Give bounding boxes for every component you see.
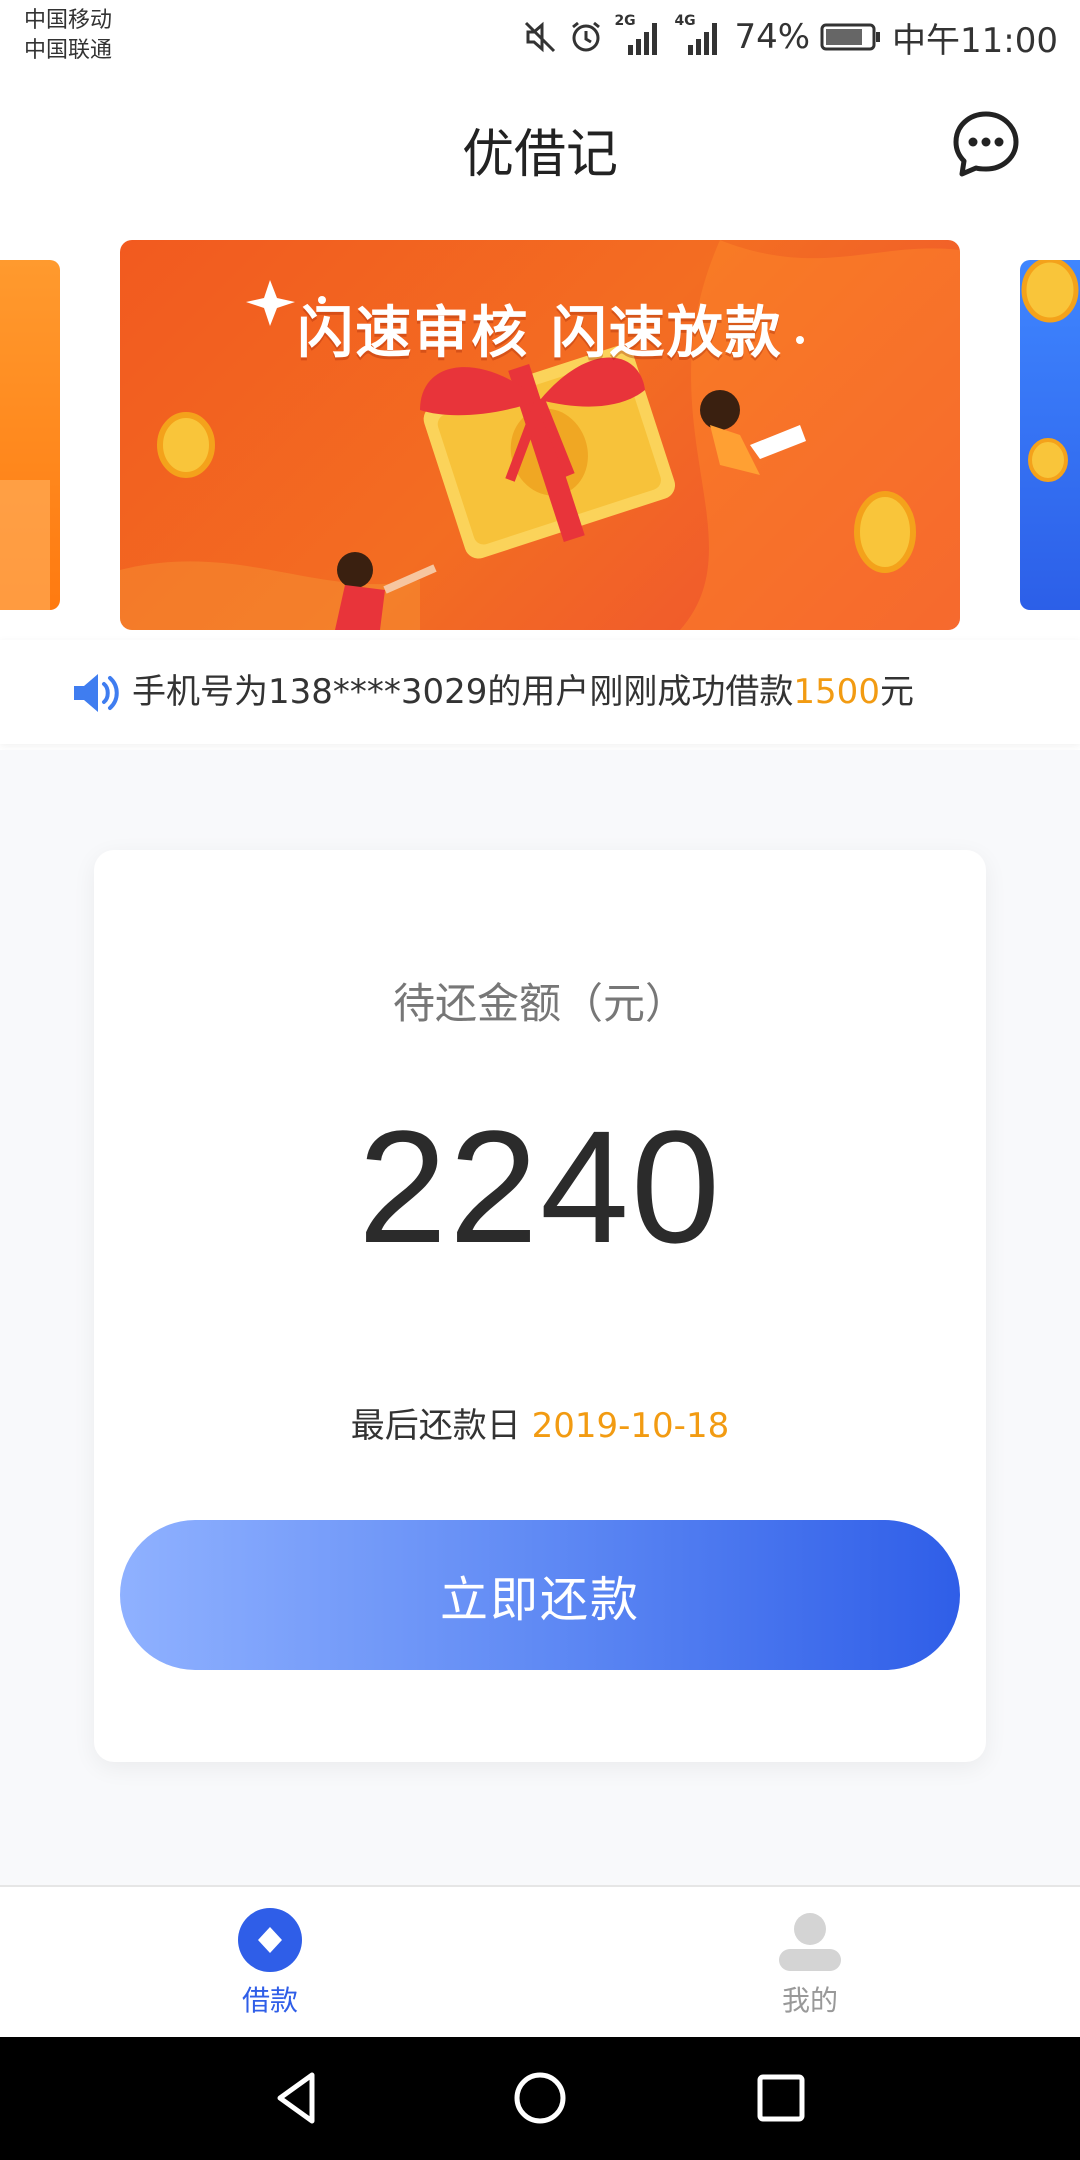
carrier-2: 中国联通 [24, 38, 113, 63]
bottom-tab-bar: 借款 我的 [0, 1885, 1080, 2039]
recent-apps-icon[interactable] [748, 2065, 814, 2131]
battery-percent: 74% [734, 17, 811, 57]
signal-2g: 2G [614, 13, 664, 57]
tab-mine-label: 我的 [781, 1984, 838, 2017]
signal-icon [628, 23, 658, 55]
coin-icon [1021, 260, 1079, 482]
repay-now-button[interactable]: 立即还款 [120, 1520, 960, 1670]
banner-headline: 闪速审核 闪速放款 [297, 301, 783, 366]
status-icons: 2G 4G 74% 中午11:00 [522, 12, 1058, 62]
notice-text: 手机号为138****3029的用户刚刚成功借款1500元 [132, 668, 914, 716]
back-icon[interactable] [266, 2065, 332, 2131]
chat-bubble-icon[interactable] [950, 108, 1022, 180]
tab-loan[interactable]: 借款 [170, 1907, 370, 2019]
status-bar: 中国移动 中国联通 2G 4G 74% 中午11:00 [0, 0, 1080, 74]
loan-diamond-icon [238, 1908, 302, 1972]
repayment-card: 待还金额（元） 2240 最后还款日 2019-10-18 立即还款 [94, 850, 986, 1762]
amount-due-value: 2240 [358, 1097, 722, 1276]
home-icon[interactable] [507, 2065, 573, 2131]
signal-4g: 4G [674, 13, 724, 57]
user-profile-icon [779, 1913, 841, 1971]
tab-loan-label: 借款 [241, 1984, 298, 2017]
banner-carousel[interactable]: 闪速审核 闪速放款 [0, 240, 1080, 630]
carrier-1: 中国移动 [24, 8, 113, 33]
system-navigation-bar [0, 2037, 1080, 2160]
carrier-info: 中国移动 中国联通 [24, 6, 112, 66]
notice-amount: 1500 [793, 672, 880, 712]
due-date-line: 最后还款日 2019-10-18 [94, 1398, 986, 1447]
banner-slide-next[interactable] [1020, 260, 1080, 610]
due-date-value: 2019-10-18 [531, 1406, 730, 1446]
notice-suffix: 元 [879, 672, 914, 712]
clock: 中午11:00 [892, 20, 1058, 61]
banner-slide-current[interactable]: 闪速审核 闪速放款 [120, 240, 960, 630]
due-date-label: 最后还款日 [350, 1406, 532, 1446]
banner-slide-prev[interactable] [0, 260, 60, 610]
mute-icon [525, 21, 556, 53]
app-header: 优借记 [0, 74, 1080, 214]
speaker-icon [74, 674, 119, 712]
tab-mine[interactable]: 我的 [710, 1907, 910, 2019]
battery-icon [820, 23, 881, 51]
page-title: 优借记 [461, 125, 618, 185]
loan-notice-bar: 手机号为138****3029的用户刚刚成功借款1500元 [0, 640, 1080, 744]
alarm-icon [572, 21, 601, 52]
signal-icon [688, 23, 718, 55]
notice-prefix: 手机号为138****3029的用户刚刚成功借款 [132, 672, 794, 712]
amount-due-label: 待还金额（元） [392, 979, 687, 1028]
